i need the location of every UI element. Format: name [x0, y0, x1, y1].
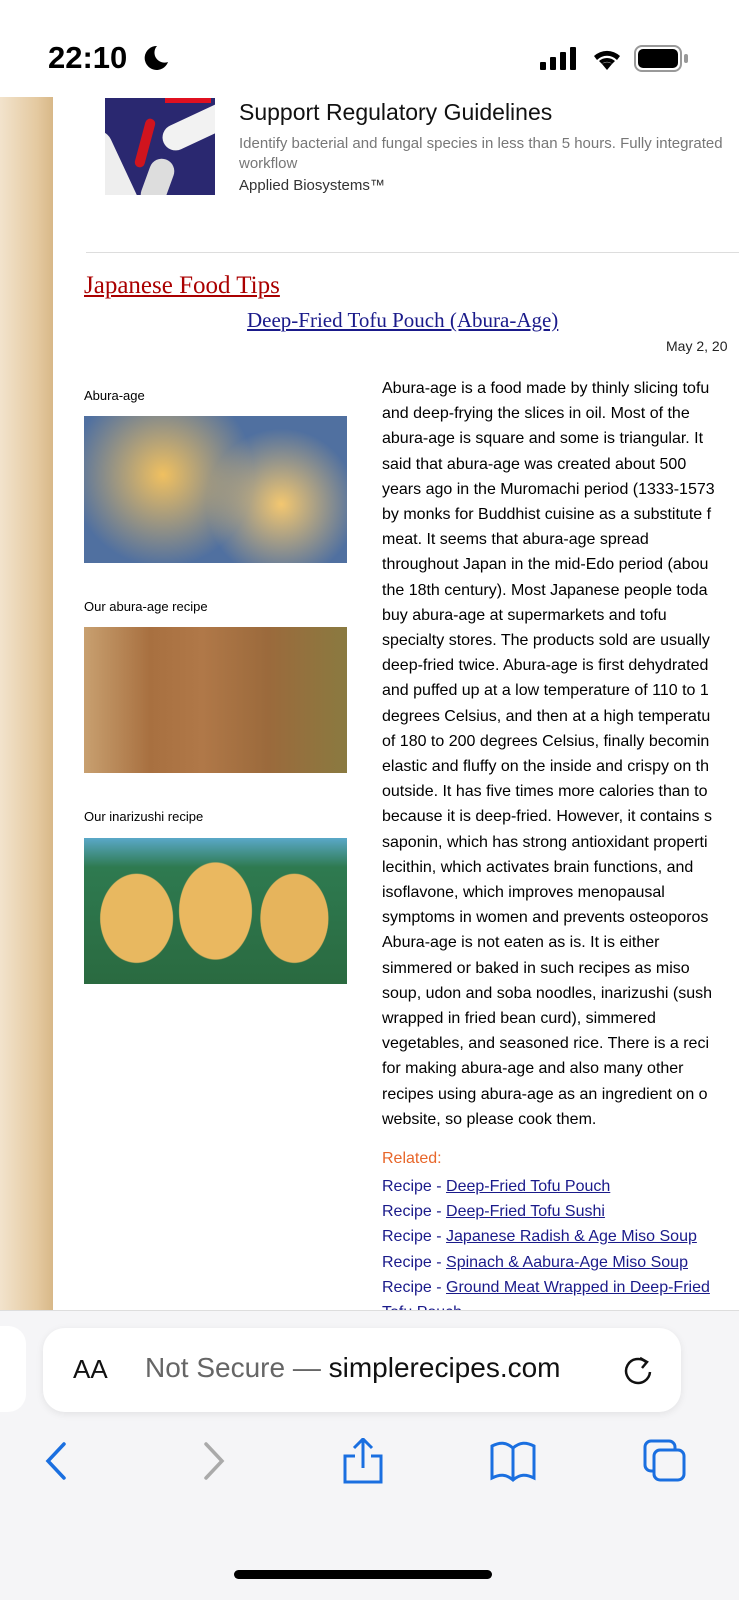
url-text[interactable]: Not Secure — simplerecipes.com: [145, 1352, 561, 1384]
ad-description: Identify bacterial and fungal species in…: [239, 135, 723, 172]
related-item: Recipe - Spinach & Aabura-Age Miso Soup: [382, 1250, 739, 1275]
body-line: specialty stores. The products sold are …: [382, 632, 710, 650]
body-line: the 18th century). Most Japanese people …: [382, 581, 708, 599]
back-icon[interactable]: [36, 1438, 82, 1484]
body-line: of 180 to 200 degrees Celsius, finally b…: [382, 732, 710, 750]
related-item: Recipe - Deep-Fried Tofu Sushi: [382, 1199, 739, 1224]
related-item: Recipe - Deep-Fried Tofu Pouch: [382, 1174, 739, 1199]
body-line: saponin, which has strong antioxidant pr…: [382, 833, 708, 851]
divider: [86, 252, 739, 253]
related-item: Recipe - Ground Meat Wrapped in Deep-Fri…: [382, 1275, 739, 1312]
clock: 22:10: [48, 40, 128, 75]
domain: simplerecipes.com: [328, 1352, 561, 1383]
body-line: isoflavone, which improves menopausal: [382, 884, 665, 902]
status-bar: 22:10: [0, 0, 739, 97]
related-recipe-link[interactable]: Japanese Radish & Age Miso Soup: [446, 1228, 697, 1245]
wifi-icon: [594, 50, 620, 70]
body-line: wrapped in fried bean curd), simmered: [382, 1010, 656, 1028]
reader-options-button[interactable]: AA: [73, 1354, 108, 1385]
moon-icon: [144, 45, 168, 70]
related-label: Related:: [382, 1150, 442, 1167]
body-line: vegetables, and seasoned rice. There is …: [382, 1035, 710, 1053]
related-recipe-link[interactable]: Deep-Fried Tofu Pouch: [446, 1178, 610, 1195]
body-line: simmered or baked in such recipes as mis…: [382, 959, 690, 977]
body-line: deep-fried twice. Abura-age is first deh…: [382, 657, 709, 675]
body-line: degrees Celsius, and then at a high temp…: [382, 707, 711, 725]
article-body: Abura-age is a food made by thinly slici…: [382, 376, 739, 1132]
photo-caption: Our abura-age recipe: [84, 599, 208, 614]
body-line: Abura-age is a food made by thinly slici…: [382, 380, 710, 397]
related-recipe-link[interactable]: Deep-Fried Tofu Sushi: [446, 1203, 605, 1220]
body-line: abura-age is square and some is triangul…: [382, 430, 704, 448]
body-line: website, so please cook them.: [382, 1110, 597, 1128]
previous-tab-peek[interactable]: [0, 1326, 26, 1412]
page-side-border: [0, 97, 53, 1312]
body-line: and puffed up at a low temperature of 11…: [382, 682, 709, 700]
related-prefix: Recipe -: [382, 1253, 447, 1271]
body-line: buy abura-age at supermarkets and tofu: [382, 606, 667, 624]
related-prefix: Recipe -: [382, 1203, 447, 1221]
related-prefix: Recipe -: [382, 1228, 447, 1246]
not-secure-label: Not Secure —: [145, 1352, 329, 1383]
signal-icon: [540, 47, 576, 70]
related-list: Recipe - Deep-Fried Tofu Pouch Recipe - D…: [382, 1174, 739, 1312]
body-line: meat. It seems that abura-age spread: [382, 531, 649, 549]
body-line: said that abura-age was created about 50…: [382, 455, 687, 473]
article-date: May 2, 20: [666, 338, 728, 354]
body-line: throughout Japan in the mid-Edo period (…: [382, 556, 709, 574]
article-title-link[interactable]: Deep-Fried Tofu Pouch (Abura-Age): [247, 308, 558, 333]
bookmarks-icon[interactable]: [490, 1438, 536, 1484]
body-line: symptoms in women and prevents osteoporo…: [382, 909, 709, 927]
forward-icon[interactable]: [190, 1438, 236, 1484]
photo-caption: Abura-age: [84, 388, 145, 403]
home-indicator: [234, 1570, 492, 1579]
body-line: soup, udon and soba noodles, inarizushi …: [382, 984, 712, 1002]
inarizushi-recipe-photo[interactable]: [84, 838, 347, 984]
body-line: outside. It has five times more calories…: [382, 783, 708, 801]
body-line: by monks for Buddhist cuisine as a subst…: [382, 506, 712, 524]
body-line: years ago in the Muromachi period (1333-…: [382, 480, 715, 498]
body-line: and deep-frying the slices in oil. Most …: [382, 405, 690, 423]
body-line: because it is deep-fried. However, it co…: [382, 808, 712, 826]
abura-age-recipe-photo[interactable]: [84, 627, 347, 773]
related-prefix: Recipe -: [382, 1278, 447, 1296]
related-item: Recipe - Japanese Radish & Age Miso Soup: [382, 1224, 739, 1249]
related-recipe-link[interactable]: Spinach & Aabura-Age Miso Soup: [446, 1254, 688, 1271]
body-line: Abura-age is not eaten as is. It is eith…: [382, 934, 660, 952]
body-line: lecithin, which activates brain function…: [382, 858, 694, 876]
ad-brand: Applied Biosystems™: [239, 177, 385, 194]
reload-icon[interactable]: [622, 1354, 654, 1386]
related-prefix: Recipe -: [382, 1178, 447, 1195]
abura-age-photo: [84, 416, 347, 563]
battery-icon: [634, 45, 688, 72]
body-line: elastic and fluffy on the inside and cri…: [382, 758, 710, 776]
tabs-icon[interactable]: [642, 1438, 688, 1484]
photo-caption: Our inarizushi recipe: [84, 809, 204, 824]
body-line: for making abura-age and also many other: [382, 1060, 684, 1078]
share-icon[interactable]: [340, 1438, 386, 1484]
body-line: recipes using abura-age as an ingredient…: [382, 1085, 708, 1103]
ad-image[interactable]: [105, 98, 215, 195]
site-title-link[interactable]: Japanese Food Tips: [84, 272, 280, 300]
ad-title[interactable]: Support Regulatory Guidelines: [239, 99, 552, 126]
